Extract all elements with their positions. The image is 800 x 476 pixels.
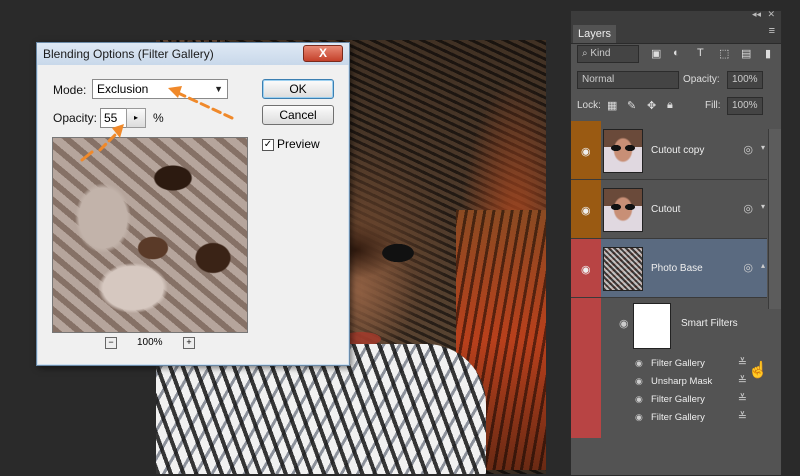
collapse-icon[interactable]: ◂◂ xyxy=(752,9,761,20)
filter-row[interactable]: ◉ Filter Gallery ≚ xyxy=(571,391,767,409)
smart-object-icon: ◎ xyxy=(743,203,753,215)
chevron-down-icon[interactable]: ▾ xyxy=(761,143,765,152)
blend-mode-select[interactable]: Normal xyxy=(577,71,679,89)
lock-row: Lock: ▦ ✎ ✥ 🔒︎ Fill: 100% xyxy=(571,95,781,117)
adjustment-filter-icon[interactable]: ◐ xyxy=(673,47,680,59)
panel-scrollbar[interactable] xyxy=(768,129,781,309)
preview-image[interactable] xyxy=(52,137,248,333)
blending-options-dialog: Blending Options (Filter Gallery) X Mode… xyxy=(36,42,350,366)
smart-object-icon: ◎ xyxy=(743,144,753,156)
filter-name: Filter Gallery xyxy=(651,412,705,423)
panel-tab-row: Layers ≡ xyxy=(571,23,781,44)
smart-filters-row[interactable]: ◉ Smart Filters xyxy=(571,301,767,349)
cancel-button[interactable]: Cancel xyxy=(262,105,334,125)
filter-name: Filter Gallery xyxy=(651,394,705,405)
visibility-eye-icon[interactable]: ◉ xyxy=(635,358,643,369)
visibility-eye-icon[interactable]: ◉ xyxy=(635,394,643,405)
opacity-label: Opacity: xyxy=(53,111,98,125)
tab-layers[interactable]: Layers xyxy=(573,25,616,43)
opacity-input[interactable]: 55 xyxy=(100,108,127,128)
opacity-slider-button[interactable]: ▸ xyxy=(126,108,146,128)
smart-object-icon: ◎ xyxy=(743,262,753,274)
dialog-title: Blending Options (Filter Gallery) xyxy=(43,47,214,61)
filter-kind-value: Kind xyxy=(590,48,611,59)
filter-row[interactable]: ◉ Filter Gallery ≚ xyxy=(571,355,767,373)
zoom-controls: − 100% + xyxy=(105,337,205,351)
visibility-eye-icon[interactable]: ◉ xyxy=(581,263,591,276)
opacity-unit: % xyxy=(153,111,164,125)
visibility-eye-icon[interactable]: ◉ xyxy=(581,145,591,158)
dialog-titlebar[interactable]: Blending Options (Filter Gallery) X xyxy=(37,43,349,65)
smart-object-filter-icon[interactable]: ▤ xyxy=(741,47,751,60)
visibility-eye-icon[interactable]: ◉ xyxy=(635,376,643,387)
layer-row[interactable]: ◉ Cutout copy ◎ ▾ xyxy=(571,121,767,180)
filter-mask-thumbnail[interactable] xyxy=(633,303,671,349)
chevron-down-icon: ▼ xyxy=(214,84,223,94)
layer-thumbnail xyxy=(603,129,643,173)
smart-filters-label: Smart Filters xyxy=(681,318,738,329)
image-filter-icon[interactable]: ▣ xyxy=(651,47,661,60)
panel-topbar: ◂◂ ✕ xyxy=(571,9,781,23)
ok-button[interactable]: OK xyxy=(262,79,334,99)
close-button[interactable]: X xyxy=(303,45,343,62)
filter-toggle-icon[interactable]: ▮ xyxy=(765,47,771,60)
layer-row-selected[interactable]: ◉ Photo Base ◎ ▴ xyxy=(571,239,767,298)
lock-position-icon[interactable]: ✥ xyxy=(647,99,656,112)
layers-panel: ◂◂ ✕ Layers ≡ ⌕ Kind ▣ ◐ T ⬚ ▤ ▮ Normal … xyxy=(570,9,782,476)
visibility-eye-icon[interactable]: ◉ xyxy=(619,317,629,330)
type-filter-icon[interactable]: T xyxy=(697,47,704,59)
chevron-down-icon[interactable]: ▾ xyxy=(761,202,765,211)
mode-value: Exclusion xyxy=(97,82,149,96)
blending-options-icon[interactable]: ≚ xyxy=(738,392,747,405)
mode-dropdown[interactable]: Exclusion ▼ xyxy=(92,79,228,99)
layer-opacity-input[interactable]: 100% xyxy=(727,71,763,89)
lock-transparency-icon[interactable]: ▦ xyxy=(607,99,617,112)
blending-options-icon[interactable]: ≚ xyxy=(738,374,747,387)
blend-mode-value: Normal xyxy=(582,74,615,85)
lock-pixels-icon[interactable]: ✎ xyxy=(627,99,636,112)
chevron-up-icon[interactable]: ▴ xyxy=(761,261,765,270)
hand-cursor-icon: ☝ xyxy=(748,362,768,379)
blend-mode-row: Normal Opacity: 100% xyxy=(571,69,781,91)
filter-name: Filter Gallery xyxy=(651,358,705,369)
lock-label: Lock: xyxy=(577,100,601,111)
visibility-eye-icon[interactable]: ◉ xyxy=(635,412,643,423)
zoom-in-button[interactable]: + xyxy=(183,337,195,349)
layer-name: Cutout xyxy=(651,204,681,215)
zoom-out-button[interactable]: − xyxy=(105,337,117,349)
opacity-label: Opacity: xyxy=(683,74,720,85)
filter-row[interactable]: ◉ Unsharp Mask ≚ xyxy=(571,373,767,391)
lock-all-icon[interactable]: 🔒︎ xyxy=(667,99,673,112)
blending-options-icon[interactable]: ≚ xyxy=(738,356,747,369)
close-icon[interactable]: ✕ xyxy=(767,9,775,20)
fill-label: Fill: xyxy=(705,100,721,111)
zoom-value: 100% xyxy=(137,337,163,348)
mode-label: Mode: xyxy=(53,83,87,97)
layer-thumbnail xyxy=(603,188,643,232)
layer-filter-row: ⌕ Kind ▣ ◐ T ⬚ ▤ ▮ xyxy=(571,43,781,65)
shape-filter-icon[interactable]: ⬚ xyxy=(719,47,729,60)
panel-menu-icon[interactable]: ≡ xyxy=(769,25,775,37)
preview-label: Preview xyxy=(277,137,320,151)
filter-kind-select[interactable]: ⌕ Kind xyxy=(577,45,639,63)
layer-row[interactable]: ◉ Cutout ◎ ▾ xyxy=(571,180,767,239)
preview-checkbox[interactable]: ✓ xyxy=(262,139,274,151)
filter-row[interactable]: ◉ Filter Gallery ≚ xyxy=(571,409,767,427)
filter-name: Unsharp Mask xyxy=(651,376,713,387)
fill-input[interactable]: 100% xyxy=(727,97,763,115)
blending-options-icon[interactable]: ≚ xyxy=(738,410,747,423)
layer-name: Cutout copy xyxy=(651,145,705,156)
layer-name: Photo Base xyxy=(651,263,703,274)
visibility-eye-icon[interactable]: ◉ xyxy=(581,204,591,217)
layer-thumbnail xyxy=(603,247,643,291)
